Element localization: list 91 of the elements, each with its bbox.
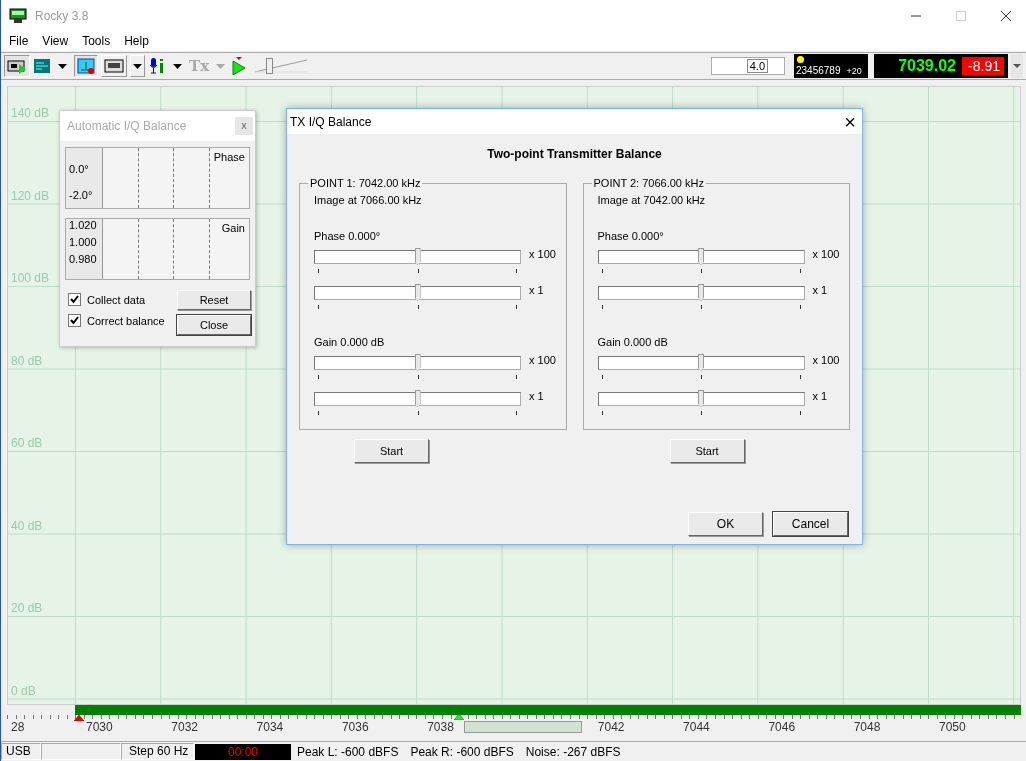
- cancel-button[interactable]: Cancel: [773, 512, 848, 536]
- peak-left-label: Peak L: -600 dBFS: [296, 744, 400, 759]
- checkbox-label: Correct balance: [87, 314, 165, 327]
- axis-label: 7034: [256, 720, 284, 734]
- dialog-heading: Two-point Transmitter Balance: [486, 147, 663, 161]
- axis-label: 100 dB: [11, 271, 50, 285]
- axis-label: 120 dB: [11, 188, 50, 203]
- mode-label: USB: [1, 743, 41, 760]
- axis-label: 140 dB: [11, 106, 50, 120]
- menu-item[interactable]: View: [42, 34, 69, 48]
- phase-label: Phase 0.000°: [314, 230, 382, 242]
- close-icon[interactable]: [1000, 9, 1012, 22]
- axis-label: 60 dB: [11, 436, 43, 450]
- dropdown-arrow-icon[interactable]: [58, 63, 67, 69]
- tape-icon[interactable]: [101, 55, 127, 77]
- axis-label: 7032: [171, 720, 198, 734]
- scale-label: x 1: [529, 284, 544, 296]
- axis-label: 1.020: [69, 219, 98, 231]
- phase-slider[interactable]: [314, 248, 521, 274]
- group-title: POINT 1: 7042.00 kHz: [309, 177, 422, 189]
- checkbox[interactable]: [68, 293, 81, 306]
- start-button[interactable]: Start: [669, 439, 745, 463]
- gain-slider[interactable]: [314, 390, 521, 416]
- gain-label: Gain 0.000 dB: [314, 336, 386, 348]
- phase-slider[interactable]: [314, 284, 521, 310]
- scale-label: x 100: [812, 354, 840, 366]
- microphone-icon[interactable]: [148, 57, 166, 75]
- start-button[interactable]: Start: [354, 439, 429, 463]
- menu-item[interactable]: Help: [124, 34, 149, 48]
- step-label: Step 60 Hz: [121, 743, 194, 760]
- axis-label: 0.980: [69, 253, 98, 265]
- axis-label: 7048: [853, 720, 881, 734]
- scale-label: x 1: [812, 390, 828, 402]
- scale-label: x 100: [529, 354, 556, 366]
- gain-slider[interactable]: [597, 390, 805, 416]
- group-title: POINT 2: 7066.00 kHz: [592, 177, 705, 189]
- axis-label: 28: [11, 720, 25, 734]
- axis-label: 7044: [683, 720, 710, 734]
- scroll-thumb[interactable]: [464, 721, 582, 733]
- scale-label: x 100: [812, 248, 840, 260]
- plot-label: Gain: [220, 221, 246, 236]
- scale-label: x 1: [529, 390, 544, 402]
- dialog-button[interactable]: Close: [177, 315, 251, 335]
- scale-label: x 100: [529, 248, 556, 260]
- value-field[interactable]: 4.0: [711, 57, 785, 75]
- gain-slider[interactable]: [597, 354, 805, 380]
- axis-label: 80 dB: [11, 353, 43, 368]
- gain-label: Gain 0.000 dB: [597, 336, 669, 348]
- scale-label: x 1: [812, 284, 828, 296]
- dialog-close-button[interactable]: ×: [844, 111, 856, 132]
- phase-slider[interactable]: [597, 284, 805, 310]
- axis-label: 20 dB: [11, 601, 43, 615]
- menu-item[interactable]: File: [9, 34, 29, 48]
- volume-slider[interactable]: [255, 57, 308, 75]
- axis-label: 7042: [597, 720, 625, 734]
- axis-label: 7050: [939, 720, 966, 734]
- axis-label: 0 dB: [11, 683, 36, 698]
- play-icon[interactable]: [232, 57, 247, 75]
- timer-display: 00:00: [195, 743, 291, 760]
- app-icon: [9, 7, 27, 24]
- frequency-display[interactable]: 7039.02 -8.91: [874, 54, 1008, 78]
- axis-label: -2.0°: [69, 189, 94, 201]
- gain-slider[interactable]: [314, 354, 521, 380]
- image-frequency-label: Image at 7066.00 kHz: [314, 194, 423, 206]
- menu-item[interactable]: Tools: [82, 34, 111, 48]
- checkbox-label: Collect data: [87, 293, 146, 306]
- axis-label: 1.000: [69, 236, 98, 248]
- spectrum-icon[interactable]: [74, 55, 98, 77]
- checkbox[interactable]: [68, 314, 81, 327]
- axis-label: 7046: [768, 720, 796, 734]
- axis-label: 7036: [341, 720, 369, 734]
- dialog-title: TX I/Q Balance: [290, 114, 372, 129]
- axis-label: 40 dB: [11, 518, 43, 533]
- card-play-icon[interactable]: [4, 55, 30, 77]
- dialog-button[interactable]: Reset: [177, 290, 251, 310]
- axis-label: 0.0°: [69, 163, 90, 175]
- image-frequency-label: Image at 7042.00 kHz: [597, 194, 707, 206]
- noise-label: Noise: -267 dBFS: [524, 744, 622, 759]
- window-title: Rocky 3.8: [35, 8, 89, 23]
- axis-label: 7038: [427, 720, 454, 734]
- plot-label: Phase: [212, 150, 246, 165]
- dialog-close-button[interactable]: x: [235, 117, 253, 135]
- dialog-title: Automatic I/Q Balance: [67, 119, 187, 133]
- phase-label: Phase 0.000°: [597, 230, 665, 242]
- phase-slider[interactable]: [597, 248, 805, 274]
- display-icon[interactable]: [33, 58, 51, 74]
- peak-right-label: Peak R: -600 dBFS: [409, 744, 515, 759]
- dropdown-arrow-icon[interactable]: [173, 63, 182, 69]
- s-meter: 23456789 +20: [794, 54, 868, 78]
- ok-button[interactable]: OK: [688, 512, 763, 536]
- axis-label: 7030: [86, 720, 113, 734]
